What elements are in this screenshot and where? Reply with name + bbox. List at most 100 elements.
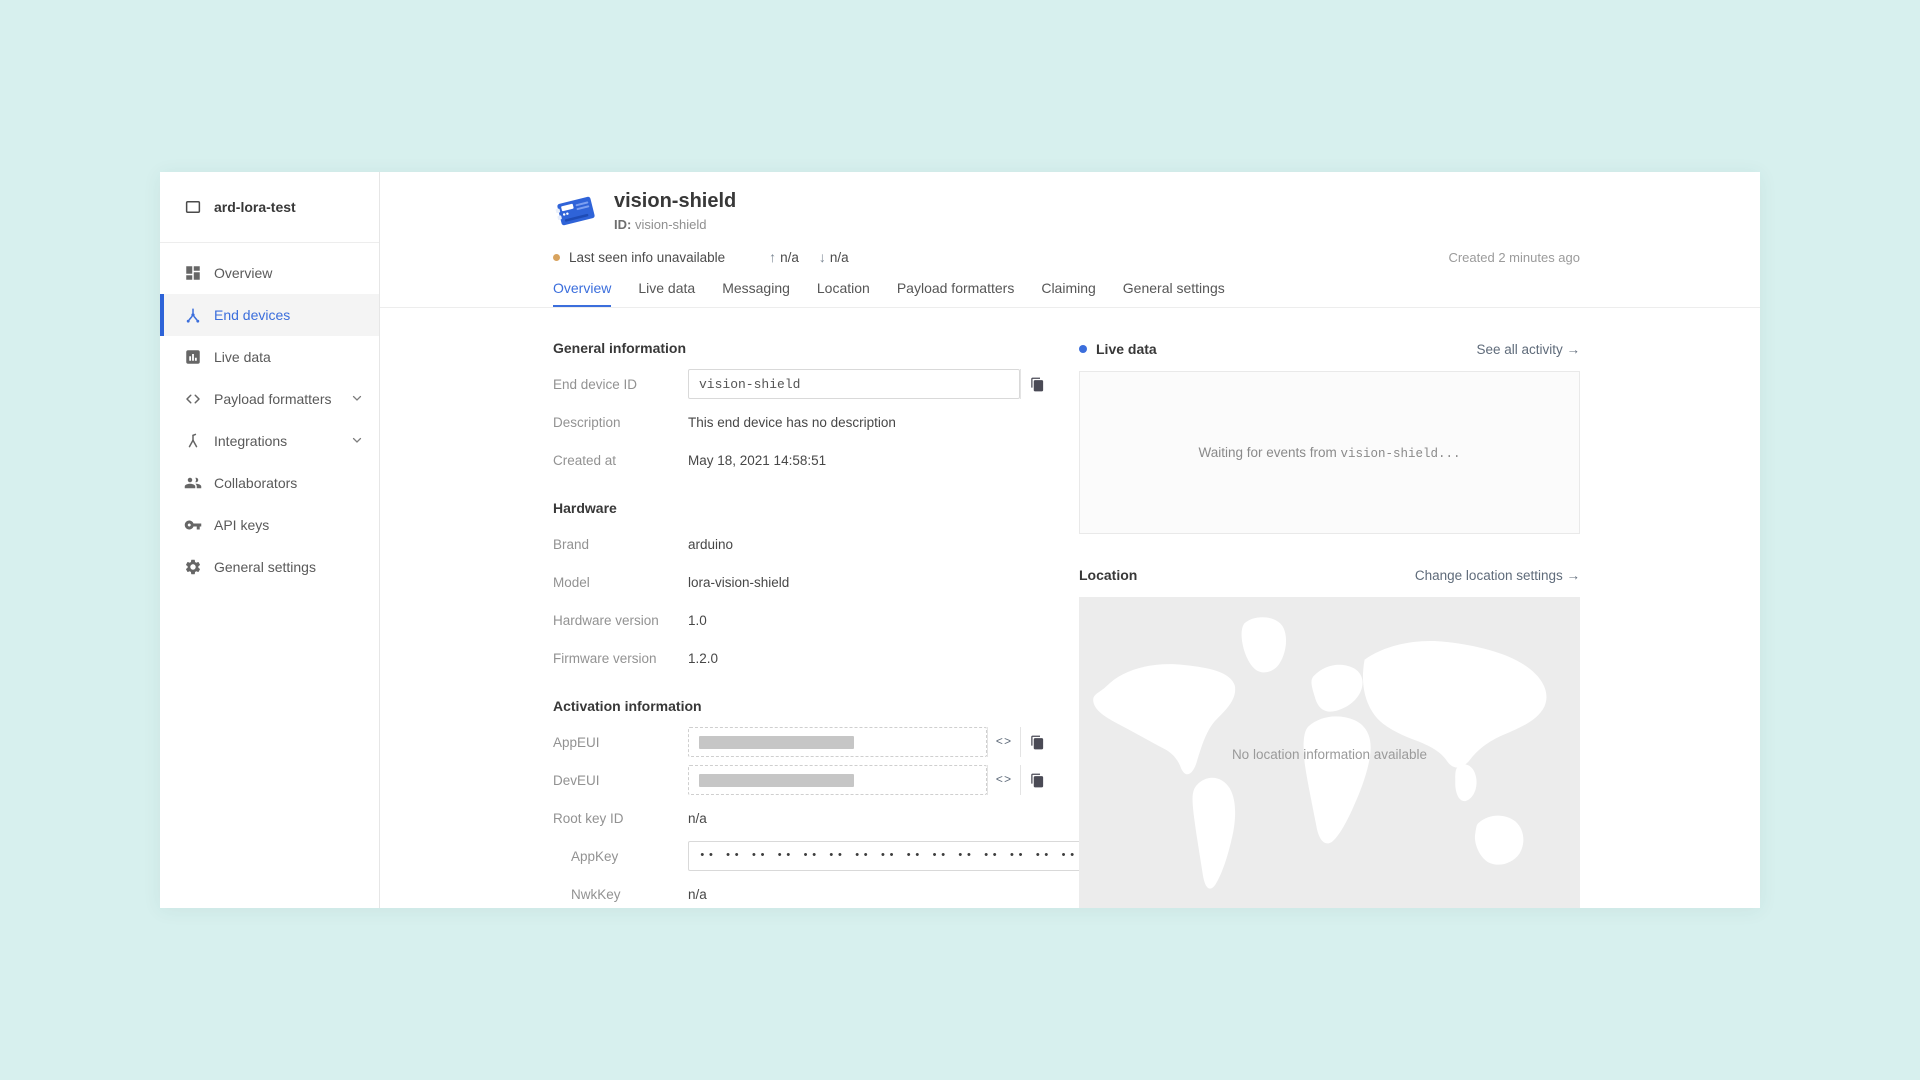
brand-row: Brand arduino xyxy=(553,529,1053,559)
activation-information-title: Activation information xyxy=(553,698,1053,714)
tab-claiming[interactable]: Claiming xyxy=(1041,280,1095,307)
sidebar: ard-lora-test Overview End devices xyxy=(160,172,380,908)
created-ago-text: Created 2 minutes ago xyxy=(1448,250,1580,265)
field-label: Brand xyxy=(553,537,688,552)
tab-overview[interactable]: Overview xyxy=(553,280,611,307)
location-map[interactable]: No location information available xyxy=(1079,597,1580,908)
description-value: This end device has no description xyxy=(688,415,896,430)
created-at-row: Created at May 18, 2021 14:58:51 xyxy=(553,445,1053,475)
field-label: Root key ID xyxy=(553,811,688,826)
status-dot xyxy=(553,254,560,261)
app-key-row: AppKey •• •• •• •• •• •• •• •• •• •• •• … xyxy=(553,841,1053,871)
sidebar-item-payload-formatters[interactable]: Payload formatters xyxy=(160,378,379,420)
chevron-down-icon xyxy=(351,391,363,407)
field-label: DevEUI xyxy=(553,773,688,788)
description-row: Description This end device has no descr… xyxy=(553,407,1053,437)
live-indicator-dot xyxy=(1079,345,1087,353)
sidebar-item-label: Overview xyxy=(214,265,272,281)
hardware-version-row: Hardware version 1.0 xyxy=(553,605,1053,635)
chevron-down-icon xyxy=(351,433,363,449)
device-info-column: General information End device ID Descri… xyxy=(553,340,1053,908)
sidebar-app-name[interactable]: ard-lora-test xyxy=(160,172,379,243)
sidebar-item-general-settings[interactable]: General settings xyxy=(160,546,379,588)
uplink-downlink-counters: ↑n/a ↓n/a xyxy=(769,249,849,265)
live-data-panel: Waiting for events from vision-shield... xyxy=(1079,371,1580,534)
field-label: Model xyxy=(553,575,688,590)
waiting-device-name: vision-shield... xyxy=(1341,447,1461,461)
sidebar-item-api-keys[interactable]: API keys xyxy=(160,504,379,546)
location-section: Location Change location settings → xyxy=(1079,566,1580,908)
end-device-id-row: End device ID xyxy=(553,369,1053,399)
hidden-value-block xyxy=(699,736,854,749)
device-id-label: ID: xyxy=(614,217,631,232)
last-seen-status: Last seen info unavailable xyxy=(569,250,725,265)
see-all-activity-link[interactable]: See all activity → xyxy=(1476,342,1580,357)
main-area: vision-shield ID: vision-shield Last see… xyxy=(380,172,1760,908)
uplink-arrow-icon: ↑ xyxy=(769,249,776,265)
root-key-id-row: Root key ID n/a xyxy=(553,803,1053,833)
dev-eui-hidden-field[interactable] xyxy=(688,765,987,795)
change-location-settings-link[interactable]: Change location settings → xyxy=(1415,568,1580,583)
app-eui-row: AppEUI <> xyxy=(553,727,1053,757)
device-id-value: vision-shield xyxy=(635,217,707,232)
application-icon xyxy=(184,198,202,216)
field-label: NwkKey xyxy=(553,887,688,902)
no-location-text: No location information available xyxy=(1079,747,1580,762)
bar-chart-icon xyxy=(184,348,202,366)
copy-button[interactable] xyxy=(1020,369,1053,399)
app-name-label: ard-lora-test xyxy=(214,199,296,215)
device-header: vision-shield ID: vision-shield xyxy=(553,172,1580,232)
dev-eui-row: DevEUI <> xyxy=(553,765,1053,795)
nwk-key-row: NwkKey n/a xyxy=(553,879,1053,908)
end-devices-icon xyxy=(184,306,202,324)
field-label: Firmware version xyxy=(553,651,688,666)
downlink-arrow-icon: ↓ xyxy=(819,249,826,265)
app-eui-hidden-field[interactable] xyxy=(688,727,987,757)
tab-payload-formatters[interactable]: Payload formatters xyxy=(897,280,1015,307)
waiting-for-events-text: Waiting for events from vision-shield... xyxy=(1198,445,1460,461)
live-data-header: Live data See all activity → xyxy=(1079,340,1580,358)
tab-messaging[interactable]: Messaging xyxy=(722,280,790,307)
tab-live-data[interactable]: Live data xyxy=(638,280,695,307)
device-status-row: Last seen info unavailable ↑n/a ↓n/a Cre… xyxy=(553,249,1580,265)
sidebar-item-label: Collaborators xyxy=(214,475,297,491)
live-data-title: Live data xyxy=(1096,341,1157,357)
device-id-line: ID: vision-shield xyxy=(614,217,736,232)
sidebar-item-live-data[interactable]: Live data xyxy=(160,336,379,378)
sidebar-item-integrations[interactable]: Integrations xyxy=(160,420,379,462)
root-key-id-value: n/a xyxy=(688,811,707,826)
sidebar-item-label: General settings xyxy=(214,559,316,575)
sidebar-item-end-devices[interactable]: End devices xyxy=(160,294,379,336)
page-title: vision-shield xyxy=(614,190,736,213)
sidebar-item-collaborators[interactable]: Collaborators xyxy=(160,462,379,504)
tab-location[interactable]: Location xyxy=(817,280,870,307)
app-key-masked-field[interactable]: •• •• •• •• •• •• •• •• •• •• •• •• •• •… xyxy=(688,841,1114,871)
people-icon xyxy=(184,474,202,492)
byte-format-toggle-button[interactable]: <> xyxy=(987,727,1020,757)
gear-icon xyxy=(184,558,202,576)
nwk-key-value: n/a xyxy=(688,887,707,902)
tab-general-settings[interactable]: General settings xyxy=(1123,280,1225,307)
created-at-value: May 18, 2021 14:58:51 xyxy=(688,453,826,468)
sidebar-item-label: API keys xyxy=(214,517,269,533)
copy-button[interactable] xyxy=(1020,765,1053,795)
byte-format-toggle-button[interactable]: <> xyxy=(987,765,1020,795)
console-window: ard-lora-test Overview End devices xyxy=(160,172,1760,908)
sidebar-item-overview[interactable]: Overview xyxy=(160,252,379,294)
copy-button[interactable] xyxy=(1020,727,1053,757)
sidebar-item-label: Live data xyxy=(214,349,271,365)
general-information-title: General information xyxy=(553,340,1053,356)
field-label: AppKey xyxy=(553,849,688,864)
sidebar-nav: Overview End devices Live data xyxy=(160,243,379,588)
code-icon xyxy=(184,390,202,408)
device-board-icon xyxy=(553,190,599,230)
field-label: End device ID xyxy=(553,377,688,392)
sidebar-item-label: Integrations xyxy=(214,433,287,449)
field-label: Created at xyxy=(553,453,688,468)
hardware-title: Hardware xyxy=(553,500,1053,516)
dashboard-icon xyxy=(184,264,202,282)
uplink-counter: ↑n/a xyxy=(769,249,799,265)
end-device-id-input[interactable] xyxy=(688,369,1020,399)
field-label: Hardware version xyxy=(553,613,688,628)
model-row: Model lora-vision-shield xyxy=(553,567,1053,597)
